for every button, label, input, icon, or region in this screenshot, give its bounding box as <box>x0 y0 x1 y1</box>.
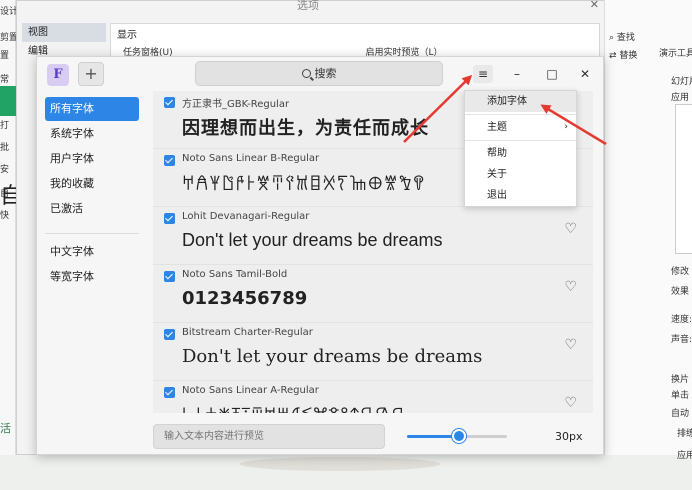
right-panel-box <box>675 104 692 254</box>
background-app-left-strip: 设计 剪置 置 常 音 打 批 安 自 快 <box>0 0 18 490</box>
sidebar-item-chinese-fonts[interactable]: 中文字体 <box>45 240 139 264</box>
favorite-heart-icon[interactable]: ♡ <box>564 337 577 353</box>
right-panel-text: 声音: <box>671 335 692 345</box>
footer: 30px <box>37 417 603 456</box>
options-sidebar-item[interactable]: 视图 <box>22 23 106 42</box>
menu-divider <box>465 114 576 115</box>
menu-divider <box>465 140 576 141</box>
font-sample: 𐀀𐀁𐀂𐀃𐀄𐀅𐀆𐀇𐀈𐀉𐀊𐀋𐀍𐀎𐀏𐀐𐀑𐀒 <box>182 174 426 195</box>
sidebar-item-user-fonts[interactable]: 用户字体 <box>45 147 139 171</box>
font-card[interactable]: Bitstream Charter-Regular Don't let your… <box>153 323 593 381</box>
right-panel-text: 应用 <box>671 93 690 103</box>
search-label: 搜索 <box>314 67 337 80</box>
search-icon <box>301 69 311 78</box>
menu-item-exit[interactable]: 退出 <box>465 185 576 206</box>
bg-fragment: 打 <box>0 121 10 131</box>
font-card[interactable]: Noto Sans Tamil-Bold 0123456789 ♡ <box>153 265 593 323</box>
present-tools-button[interactable]: 演示工具 <box>659 46 692 59</box>
chevron-right-icon: › <box>564 122 568 132</box>
right-panel-text: 幻灯片 <box>671 77 692 87</box>
font-name: Noto Sans Linear A-Regular <box>182 385 319 396</box>
favorite-heart-icon[interactable]: ♡ <box>564 279 577 295</box>
font-size-value: 30px <box>555 430 583 443</box>
favorite-heart-icon[interactable]: ♡ <box>564 221 577 237</box>
sidebar: 所有字体 系统字体 用户字体 我的收藏 已激活 中文字体 等宽字体 <box>45 97 139 290</box>
enabled-checkbox[interactable] <box>164 271 175 282</box>
enabled-checkbox[interactable] <box>164 387 175 398</box>
font-name: Noto Sans Tamil-Bold <box>182 269 288 280</box>
right-panel-text[interactable]: 应用 <box>677 448 692 461</box>
enabled-checkbox[interactable] <box>164 155 175 166</box>
right-panel-text[interactable]: 排练 <box>677 426 692 439</box>
app-logo: F <box>47 64 69 86</box>
font-sample: 𐘀𐘁𐘂𐘃𐘄𐘅𐘆𐘇𐘈𐘉𐘊𐘋𐘌𐘍𐘎𐘏𐘐𐘑 <box>182 404 408 413</box>
font-card[interactable]: Noto Sans Linear A-Regular 𐘀𐘁𐘂𐘃𐘄𐘅𐘆𐘇𐘈𐘉𐘊𐘋𐘌… <box>153 381 593 413</box>
search-button[interactable]: 搜索 <box>195 61 443 86</box>
font-name: Lohit Devanagari-Regular <box>182 211 310 222</box>
sidebar-divider <box>45 233 139 234</box>
font-name: Noto Sans Linear B-Regular <box>182 153 320 164</box>
font-size-slider-knob[interactable] <box>452 429 466 443</box>
maximize-button[interactable]: □ <box>542 65 562 83</box>
right-panel-text: 效果 <box>671 287 690 297</box>
font-sample: 0123456789 <box>182 288 308 309</box>
sidebar-item-monospace-fonts[interactable]: 等宽字体 <box>45 265 139 289</box>
close-icon[interactable]: ✕ <box>590 0 599 11</box>
replace-button[interactable]: ⇄ 替换 <box>609 48 637 61</box>
preview-text-input[interactable] <box>153 424 385 449</box>
right-panel: ⌕ 查找 ⇄ 替换 演示工具 幻灯片 应用 修改 效果 速度: 声音: 换片 单… <box>604 0 692 461</box>
minimize-button[interactable]: – <box>507 65 527 83</box>
bg-slide-bottom <box>0 455 692 490</box>
close-button[interactable]: ✕ <box>575 65 595 83</box>
menu-item-about[interactable]: 关于 <box>465 164 576 185</box>
bg-fragment: 批 <box>0 143 10 153</box>
sidebar-item-activated[interactable]: 已激活 <box>45 197 139 221</box>
sidebar-item-favorites[interactable]: 我的收藏 <box>45 172 139 196</box>
favorite-heart-icon[interactable]: ♡ <box>564 395 577 411</box>
menu-item-theme-label: 主题 <box>487 122 507 133</box>
right-panel-text[interactable]: 单击 <box>671 388 689 401</box>
main-menu-dropdown: 添加字体 主题 › 帮助 关于 退出 <box>464 90 577 207</box>
menu-item-add-font[interactable]: 添加字体 <box>465 91 576 112</box>
right-panel-text[interactable]: 自动 <box>671 406 689 419</box>
bg-green-block <box>0 86 16 116</box>
sidebar-item-system-fonts[interactable]: 系统字体 <box>45 122 139 146</box>
menu-item-theme[interactable]: 主题 › <box>465 117 576 138</box>
titlebar: F + 搜索 ≡ – □ ✕ <box>37 57 603 91</box>
menu-item-help[interactable]: 帮助 <box>465 143 576 164</box>
enabled-checkbox[interactable] <box>164 97 175 108</box>
font-size-slider[interactable] <box>407 429 507 443</box>
right-panel-text: 速度: <box>671 315 692 325</box>
enabled-checkbox[interactable] <box>164 329 175 340</box>
right-panel-text: 修改 <box>671 267 690 277</box>
font-sample: 因理想而出生，为责任而成长 <box>182 118 429 139</box>
options-section-title: 显示 <box>117 30 137 41</box>
bg-fragment: 常 <box>0 75 10 85</box>
right-panel-text: 换片 <box>671 375 690 385</box>
font-sample: Don't let your dreams be dreams <box>182 346 483 367</box>
font-sample: Don't let your dreams be dreams <box>182 230 443 250</box>
bg-fragment: 置 <box>0 51 10 61</box>
font-name: 方正隶书_GBK-Regular <box>182 99 290 110</box>
find-button[interactable]: ⌕ 查找 <box>609 30 635 43</box>
add-font-button[interactable]: + <box>78 62 104 86</box>
menu-button[interactable]: ≡ <box>473 65 493 83</box>
bg-fragment: 安 <box>0 165 10 175</box>
sidebar-item-all-fonts[interactable]: 所有字体 <box>45 97 139 121</box>
options-dialog-title: 选项 <box>297 0 319 12</box>
font-card[interactable]: Lohit Devanagari-Regular Don't let your … <box>153 207 593 265</box>
font-name: Bitstream Charter-Regular <box>182 327 313 338</box>
enabled-checkbox[interactable] <box>164 213 175 224</box>
